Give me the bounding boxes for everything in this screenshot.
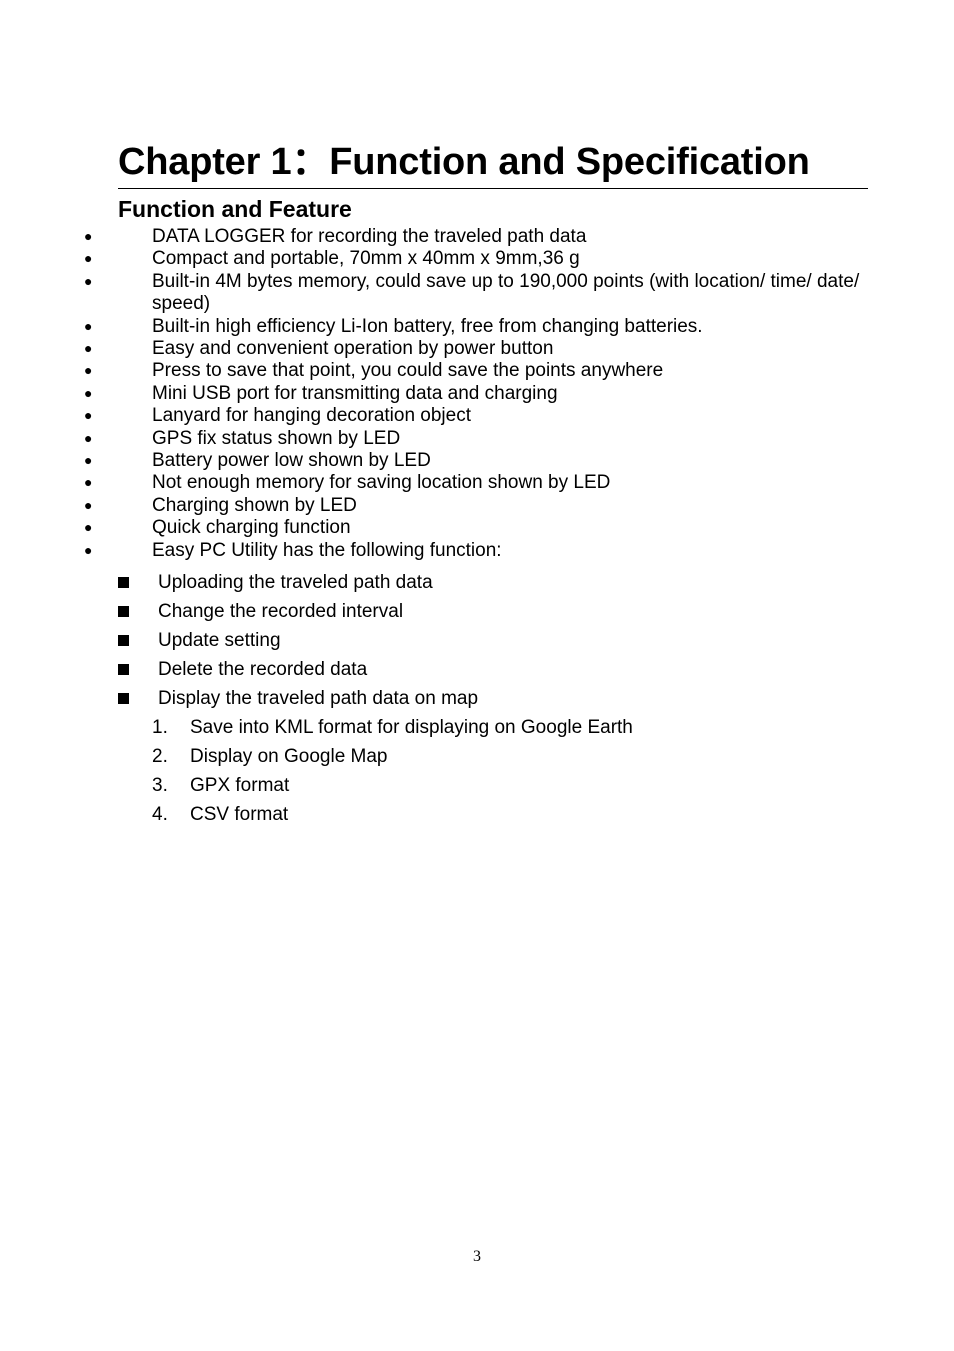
list-item: Mini USB port for transmitting data and …	[118, 383, 868, 405]
square-bullet-icon	[118, 693, 129, 705]
bullet-icon	[118, 248, 152, 270]
list-item: DATA LOGGER for recording the traveled p…	[118, 226, 868, 248]
list-item: Press to save that point, you could save…	[118, 360, 868, 382]
list-item: Update setting	[118, 626, 868, 655]
list-item: 1. Save into KML format for displaying on…	[152, 713, 868, 742]
list-item-label: Save into KML format for displaying on G…	[190, 717, 633, 739]
list-item: Lanyard for hanging decoration object	[118, 405, 868, 427]
square-bullet-icon	[118, 577, 129, 589]
list-item-label: DATA LOGGER for recording the traveled p…	[152, 226, 587, 247]
list-item-number: 4.	[152, 804, 168, 826]
list-item-label: Easy and convenient operation by power b…	[152, 338, 554, 360]
bullet-icon	[118, 517, 152, 539]
list-item-number: 3.	[152, 775, 168, 797]
square-bullet-icon	[118, 635, 129, 647]
list-item: Uploading the traveled path data	[118, 568, 868, 597]
bullet-icon	[118, 338, 152, 360]
list-item-number: 2.	[152, 746, 168, 768]
square-bullet-icon	[118, 606, 129, 618]
list-item-label: GPS fix status shown by LED	[152, 427, 401, 449]
list-item-label: Battery power low shown by LED	[152, 450, 431, 472]
list-item: Easy PC Utility has the following functi…	[118, 540, 868, 562]
feature-list: DATA LOGGER for recording the traveled p…	[118, 226, 868, 562]
map-format-list: 1. Save into KML format for displaying on…	[118, 713, 868, 829]
list-item-label: GPX format	[190, 775, 290, 797]
page-content: Chapter 1：Function and Specification Fun…	[118, 138, 868, 829]
list-item: Quick charging function	[118, 517, 868, 539]
title-divider	[118, 188, 868, 189]
utility-function-list: Uploading the traveled path data Change …	[118, 568, 868, 713]
list-item-label: Change the recorded interval	[158, 601, 404, 623]
list-item: Compact and portable, 70mm x 40mm x 9mm,…	[118, 248, 868, 270]
bullet-icon	[118, 316, 152, 338]
list-item: Not enough memory for saving location sh…	[118, 472, 868, 494]
list-item-label: Charging shown by LED	[152, 494, 357, 516]
list-item: Change the recorded interval	[118, 597, 868, 626]
list-item: 4. CSV format	[152, 800, 868, 829]
list-item-label: Delete the recorded data	[158, 659, 368, 681]
bullet-icon	[118, 540, 152, 562]
list-item-label: Built-in high efficiency Li-Ion battery,…	[152, 315, 703, 337]
page-title: Chapter 1：Function and Specification	[118, 141, 810, 183]
bullet-icon	[118, 271, 152, 293]
bullet-icon	[118, 405, 152, 427]
list-item: GPS fix status shown by LED	[118, 428, 868, 450]
list-item-label: Not enough memory for saving location sh…	[152, 472, 611, 494]
list-item: Built-in high efficiency Li-Ion battery,…	[118, 316, 868, 338]
section-heading: Function and Feature	[118, 196, 352, 222]
page-number: 3	[473, 1248, 481, 1265]
list-item: 3. GPX format	[152, 771, 868, 800]
list-item: Built-in 4M bytes memory, could save up …	[118, 271, 868, 316]
list-item-label: Easy PC Utility has the following functi…	[152, 539, 502, 561]
list-item: Charging shown by LED	[118, 495, 868, 517]
square-bullet-icon	[118, 664, 129, 676]
list-item-number: 1.	[152, 717, 168, 739]
list-item-label: Uploading the traveled path data	[158, 572, 433, 594]
list-item-label: Built-in 4M bytes memory, could save up …	[152, 270, 860, 315]
document-page: Chapter 1：Function and Specification Fun…	[0, 0, 954, 1351]
bullet-icon	[118, 383, 152, 405]
list-item-label: CSV format	[190, 804, 289, 826]
bullet-icon	[118, 472, 152, 494]
bullet-icon	[118, 360, 152, 382]
list-item-label: Press to save that point, you could save…	[152, 360, 664, 382]
list-item: Easy and convenient operation by power b…	[118, 338, 868, 360]
list-item: 2. Display on Google Map	[152, 742, 868, 771]
list-item-label: Display the traveled path data on map	[158, 688, 479, 710]
list-item: Delete the recorded data	[118, 655, 868, 684]
bullet-icon	[118, 428, 152, 450]
list-item-label: Lanyard for hanging decoration object	[152, 405, 472, 427]
bullet-icon	[118, 450, 152, 472]
list-item: Display the traveled path data on map	[118, 684, 868, 713]
bullet-icon	[118, 495, 152, 517]
list-item-label: Update setting	[158, 630, 281, 652]
bullet-icon	[118, 226, 152, 248]
list-item: Battery power low shown by LED	[118, 450, 868, 472]
list-item-label: Display on Google Map	[190, 746, 388, 768]
list-item-label: Compact and portable, 70mm x 40mm x 9mm,…	[152, 248, 580, 270]
list-item-label: Quick charging function	[152, 517, 351, 539]
list-item-label: Mini USB port for transmitting data and …	[152, 382, 558, 404]
